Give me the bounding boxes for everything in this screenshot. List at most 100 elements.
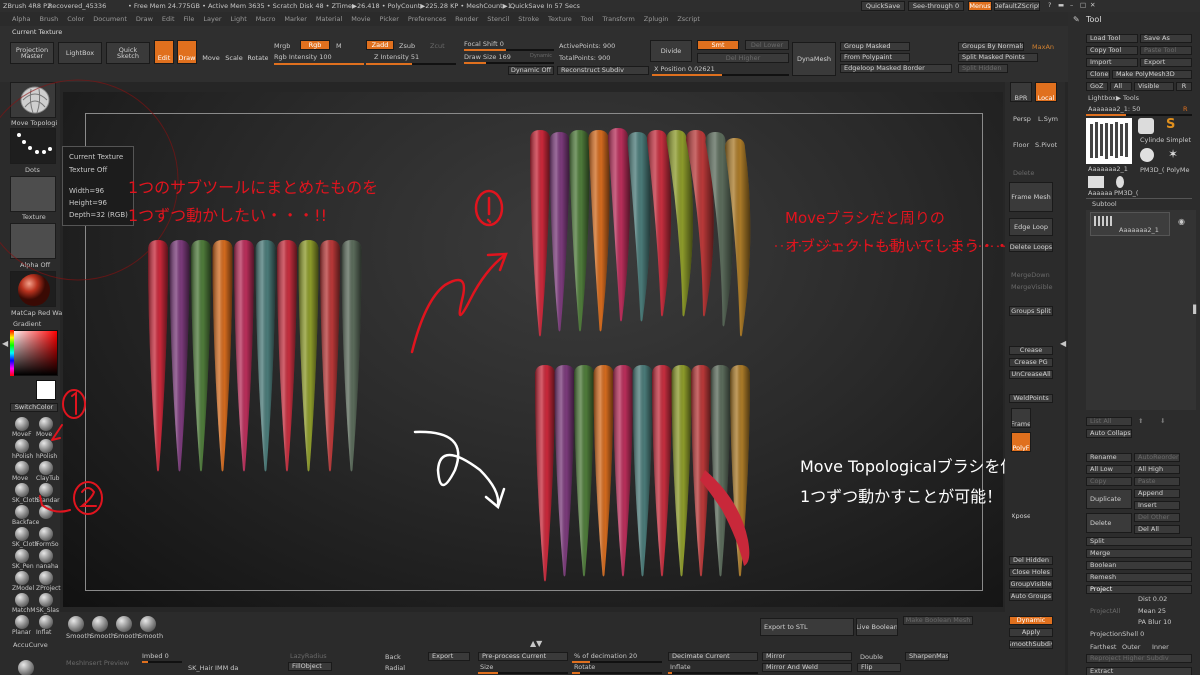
insert-button[interactable]: Insert: [1134, 501, 1180, 510]
projection-shell-slider[interactable]: ProjectionShell 0: [1090, 631, 1144, 638]
del-other-button[interactable]: Del Other: [1134, 513, 1180, 522]
all-low-button[interactable]: All Low: [1086, 465, 1132, 474]
copy-tool-button[interactable]: Copy Tool: [1086, 46, 1138, 55]
weld-points-button[interactable]: WeldPoints: [1009, 394, 1053, 403]
arrow-down-icon[interactable]: ⬇: [1160, 418, 1165, 425]
flip-button[interactable]: Flip: [857, 663, 901, 672]
crease-button[interactable]: Crease: [1009, 346, 1053, 355]
inflate-slider[interactable]: Inflate: [670, 664, 691, 671]
sharpen-mask-button[interactable]: SharpenMask: [905, 652, 949, 661]
duplicate-button[interactable]: Duplicate: [1086, 489, 1132, 509]
all-high-button[interactable]: All High: [1134, 465, 1180, 474]
double-button[interactable]: Double: [860, 654, 883, 661]
split-menu[interactable]: Split: [1086, 537, 1192, 546]
accucurve-toggle[interactable]: AccuCurve: [13, 642, 48, 649]
rename-button[interactable]: Rename: [1086, 453, 1132, 462]
radial-button[interactable]: Radial: [385, 665, 405, 672]
close-holes-button[interactable]: Close Holes: [1009, 568, 1053, 577]
size-track[interactable]: [478, 672, 568, 674]
group-visible-button[interactable]: GroupVisible: [1009, 580, 1053, 589]
export-button[interactable]: Export: [428, 652, 470, 661]
subtool-header[interactable]: Subtool: [1092, 201, 1117, 208]
pm3d-small-icon[interactable]: [1116, 176, 1124, 188]
copy-button[interactable]: Copy: [1086, 477, 1132, 486]
boolean-menu[interactable]: Boolean: [1086, 561, 1192, 570]
merge-menu[interactable]: Merge: [1086, 549, 1192, 558]
right-collapse-icon[interactable]: ◀: [1060, 340, 1066, 348]
outer-button[interactable]: Outer: [1122, 644, 1140, 651]
auto-groups-button[interactable]: Auto Groups: [1009, 592, 1053, 601]
all-button[interactable]: All: [1110, 82, 1132, 91]
inflate-track[interactable]: [668, 672, 758, 674]
frame-button[interactable]: Frame: [1011, 408, 1031, 428]
brush-icon-bottom[interactable]: [18, 660, 34, 675]
imbed-slider[interactable]: Imbed 0: [142, 653, 169, 660]
rotate-track[interactable]: [572, 672, 662, 674]
help-icon[interactable]: ?: [1048, 2, 1051, 9]
export-tool-button[interactable]: Export: [1140, 58, 1192, 67]
append-button[interactable]: Append: [1134, 489, 1180, 498]
merge-down-button[interactable]: MergeDown: [1011, 272, 1050, 279]
groups-split-button[interactable]: Groups Split: [1009, 306, 1053, 316]
inner-button[interactable]: Inner: [1152, 644, 1169, 651]
smooth-brush-icon-2[interactable]: [116, 616, 132, 632]
brush-icon-18[interactable]: [15, 615, 29, 629]
import-button[interactable]: Import: [1086, 58, 1138, 67]
smooth-brush-icon-0[interactable]: [68, 616, 84, 632]
subtool-eye-icon[interactable]: ◉: [1178, 218, 1185, 226]
spivot-button[interactable]: S.Pivot: [1035, 142, 1057, 149]
smooth-subdiv-button[interactable]: SmoothSubdiv: [1009, 640, 1053, 649]
subtool-list[interactable]: Aaaaaaa2_1 ◉: [1086, 210, 1196, 410]
arrow-up-icon[interactable]: ⬆: [1138, 418, 1143, 425]
extract-menu[interactable]: Extract: [1086, 667, 1192, 675]
remesh-menu[interactable]: Remesh: [1086, 573, 1192, 582]
cylinder-tool-icon[interactable]: [1138, 118, 1154, 134]
persp-button[interactable]: Persp: [1013, 116, 1031, 123]
xpose-button[interactable]: Xpose: [1011, 500, 1031, 520]
maximize-icon[interactable]: □: [1080, 2, 1086, 9]
decimation-slider[interactable]: % of decimation 20: [574, 653, 637, 660]
current-tool-slider[interactable]: Aaaaaaa2_1: 50: [1088, 106, 1140, 113]
make-polymesh3d-button[interactable]: Make PolyMesh3D: [1112, 70, 1192, 79]
polyf-button[interactable]: PolyF: [1011, 432, 1031, 452]
minimize-icon[interactable]: –: [1070, 2, 1073, 9]
mean-slider[interactable]: Mean 25: [1138, 608, 1166, 615]
mirror-button[interactable]: Mirror: [762, 652, 852, 661]
paste-tool-button[interactable]: Paste Tool: [1140, 46, 1192, 55]
floor-button[interactable]: Floor: [1013, 142, 1029, 149]
frame-mesh-button[interactable]: Frame Mesh: [1009, 182, 1053, 212]
smooth-brush-icon-1[interactable]: [92, 616, 108, 632]
fill-object-button[interactable]: FillObject: [288, 662, 332, 671]
imbed-track[interactable]: [142, 661, 182, 663]
smooth-brush-icon-3[interactable]: [140, 616, 156, 632]
lightbox-tools[interactable]: Lightbox▶ Tools: [1088, 95, 1139, 102]
live-boolean-button[interactable]: Live Boolean: [856, 618, 898, 636]
close-icon[interactable]: ✕: [1090, 2, 1095, 9]
list-all-button[interactable]: List All: [1086, 417, 1132, 426]
tool-thumb-small[interactable]: [1088, 176, 1104, 188]
save-as-button[interactable]: Save As: [1140, 34, 1192, 43]
make-boolean-mesh-button[interactable]: Make Boolean Mesh: [903, 616, 973, 625]
back-button[interactable]: Back: [385, 654, 401, 661]
pa-blur-slider[interactable]: PA Blur 10: [1138, 619, 1171, 626]
visible-button[interactable]: Visible: [1134, 82, 1174, 91]
export-to-stl-button[interactable]: Export to STL: [760, 618, 854, 636]
bpr-button[interactable]: BPR: [1010, 82, 1032, 102]
local-button[interactable]: Local: [1035, 82, 1057, 102]
goz-button[interactable]: GoZ: [1086, 82, 1108, 91]
load-tool-button[interactable]: Load Tool: [1086, 34, 1138, 43]
decimate-current-button[interactable]: Decimate Current: [668, 652, 758, 661]
project-all-button[interactable]: ProjectAll: [1090, 608, 1120, 615]
project-menu[interactable]: Project: [1086, 585, 1192, 594]
delete-button[interactable]: Delete: [1013, 170, 1034, 177]
tool-thumb-main[interactable]: [1086, 118, 1132, 164]
farthest-button[interactable]: Farthest: [1090, 644, 1116, 651]
current-tool-track[interactable]: [1086, 114, 1192, 116]
uncrease-all-button[interactable]: UnCreaseAll: [1009, 370, 1053, 379]
brush-icon-19[interactable]: [39, 615, 53, 629]
del-all-button[interactable]: Del All: [1134, 525, 1180, 534]
clone-button[interactable]: Clone: [1086, 70, 1110, 79]
r-button[interactable]: R: [1176, 82, 1192, 91]
rotate-slider[interactable]: Rotate: [574, 664, 595, 671]
paste-button[interactable]: Paste: [1134, 477, 1180, 486]
